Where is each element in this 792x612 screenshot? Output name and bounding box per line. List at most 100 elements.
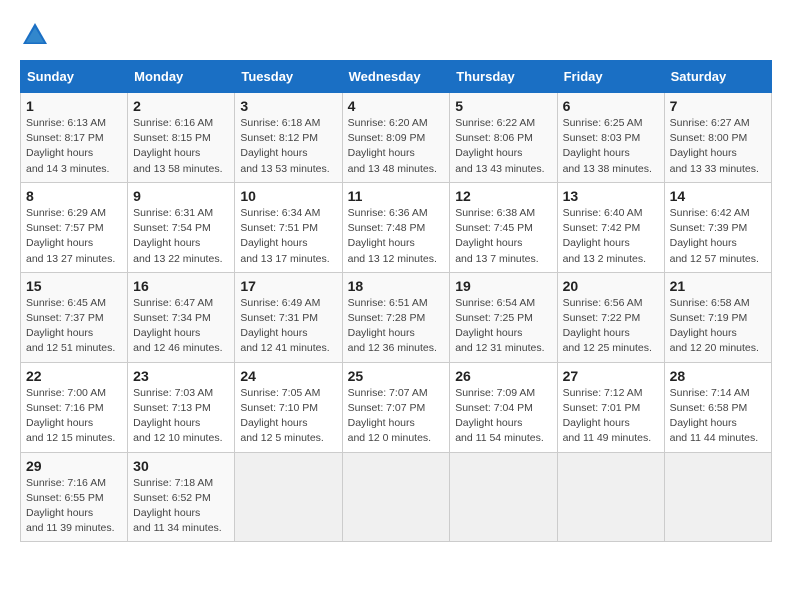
day-number: 1 [26,98,122,114]
calendar-cell: 5 Sunrise: 6:22 AM Sunset: 8:06 PM Dayli… [450,93,557,183]
day-info: Sunrise: 6:20 AM Sunset: 8:09 PM Dayligh… [348,116,445,177]
day-info: Sunrise: 6:16 AM Sunset: 8:15 PM Dayligh… [133,116,229,177]
day-info: Sunrise: 6:13 AM Sunset: 8:17 PM Dayligh… [26,116,122,177]
calendar-cell: 1 Sunrise: 6:13 AM Sunset: 8:17 PM Dayli… [21,93,128,183]
day-number: 19 [455,278,551,294]
day-info: Sunrise: 6:25 AM Sunset: 8:03 PM Dayligh… [563,116,659,177]
calendar-header-row: SundayMondayTuesdayWednesdayThursdayFrid… [21,61,772,93]
day-info: Sunrise: 6:58 AM Sunset: 7:19 PM Dayligh… [670,296,766,357]
day-info: Sunrise: 6:34 AM Sunset: 7:51 PM Dayligh… [240,206,336,267]
day-info: Sunrise: 7:14 AM Sunset: 6:58 PM Dayligh… [670,386,766,447]
calendar-cell: 12 Sunrise: 6:38 AM Sunset: 7:45 PM Dayl… [450,182,557,272]
calendar-cell: 2 Sunrise: 6:16 AM Sunset: 8:15 PM Dayli… [128,93,235,183]
day-number: 5 [455,98,551,114]
logo [20,20,54,50]
calendar-cell: 21 Sunrise: 6:58 AM Sunset: 7:19 PM Dayl… [664,272,771,362]
day-number: 10 [240,188,336,204]
day-info: Sunrise: 6:56 AM Sunset: 7:22 PM Dayligh… [563,296,659,357]
day-info: Sunrise: 6:45 AM Sunset: 7:37 PM Dayligh… [26,296,122,357]
day-number: 4 [348,98,445,114]
calendar-cell: 26 Sunrise: 7:09 AM Sunset: 7:04 PM Dayl… [450,362,557,452]
day-info: Sunrise: 6:49 AM Sunset: 7:31 PM Dayligh… [240,296,336,357]
calendar-cell: 9 Sunrise: 6:31 AM Sunset: 7:54 PM Dayli… [128,182,235,272]
day-number: 17 [240,278,336,294]
day-info: Sunrise: 7:16 AM Sunset: 6:55 PM Dayligh… [26,476,122,537]
calendar-cell: 8 Sunrise: 6:29 AM Sunset: 7:57 PM Dayli… [21,182,128,272]
calendar-cell: 20 Sunrise: 6:56 AM Sunset: 7:22 PM Dayl… [557,272,664,362]
calendar-cell: 23 Sunrise: 7:03 AM Sunset: 7:13 PM Dayl… [128,362,235,452]
day-number: 27 [563,368,659,384]
calendar-cell: 14 Sunrise: 6:42 AM Sunset: 7:39 PM Dayl… [664,182,771,272]
day-info: Sunrise: 6:18 AM Sunset: 8:12 PM Dayligh… [240,116,336,177]
calendar-cell: 29 Sunrise: 7:16 AM Sunset: 6:55 PM Dayl… [21,452,128,542]
calendar-cell: 17 Sunrise: 6:49 AM Sunset: 7:31 PM Dayl… [235,272,342,362]
day-number: 24 [240,368,336,384]
calendar-cell [235,452,342,542]
calendar-cell: 6 Sunrise: 6:25 AM Sunset: 8:03 PM Dayli… [557,93,664,183]
day-info: Sunrise: 7:12 AM Sunset: 7:01 PM Dayligh… [563,386,659,447]
day-info: Sunrise: 6:29 AM Sunset: 7:57 PM Dayligh… [26,206,122,267]
col-header-wednesday: Wednesday [342,61,450,93]
calendar-week-3: 15 Sunrise: 6:45 AM Sunset: 7:37 PM Dayl… [21,272,772,362]
day-number: 20 [563,278,659,294]
calendar-cell: 11 Sunrise: 6:36 AM Sunset: 7:48 PM Dayl… [342,182,450,272]
day-number: 11 [348,188,445,204]
day-number: 30 [133,458,229,474]
day-info: Sunrise: 6:22 AM Sunset: 8:06 PM Dayligh… [455,116,551,177]
day-info: Sunrise: 6:40 AM Sunset: 7:42 PM Dayligh… [563,206,659,267]
calendar-cell: 16 Sunrise: 6:47 AM Sunset: 7:34 PM Dayl… [128,272,235,362]
day-number: 3 [240,98,336,114]
calendar-cell [450,452,557,542]
calendar-week-2: 8 Sunrise: 6:29 AM Sunset: 7:57 PM Dayli… [21,182,772,272]
calendar-cell: 30 Sunrise: 7:18 AM Sunset: 6:52 PM Dayl… [128,452,235,542]
col-header-saturday: Saturday [664,61,771,93]
calendar-cell: 7 Sunrise: 6:27 AM Sunset: 8:00 PM Dayli… [664,93,771,183]
day-number: 7 [670,98,766,114]
day-number: 29 [26,458,122,474]
day-info: Sunrise: 7:03 AM Sunset: 7:13 PM Dayligh… [133,386,229,447]
day-number: 23 [133,368,229,384]
day-info: Sunrise: 7:05 AM Sunset: 7:10 PM Dayligh… [240,386,336,447]
day-info: Sunrise: 6:31 AM Sunset: 7:54 PM Dayligh… [133,206,229,267]
day-info: Sunrise: 6:36 AM Sunset: 7:48 PM Dayligh… [348,206,445,267]
calendar-week-1: 1 Sunrise: 6:13 AM Sunset: 8:17 PM Dayli… [21,93,772,183]
col-header-thursday: Thursday [450,61,557,93]
calendar-cell: 24 Sunrise: 7:05 AM Sunset: 7:10 PM Dayl… [235,362,342,452]
col-header-friday: Friday [557,61,664,93]
calendar-cell: 15 Sunrise: 6:45 AM Sunset: 7:37 PM Dayl… [21,272,128,362]
calendar-cell: 10 Sunrise: 6:34 AM Sunset: 7:51 PM Dayl… [235,182,342,272]
calendar-cell: 25 Sunrise: 7:07 AM Sunset: 7:07 PM Dayl… [342,362,450,452]
calendar-week-4: 22 Sunrise: 7:00 AM Sunset: 7:16 PM Dayl… [21,362,772,452]
day-info: Sunrise: 6:47 AM Sunset: 7:34 PM Dayligh… [133,296,229,357]
day-info: Sunrise: 7:07 AM Sunset: 7:07 PM Dayligh… [348,386,445,447]
calendar-cell: 3 Sunrise: 6:18 AM Sunset: 8:12 PM Dayli… [235,93,342,183]
logo-icon [20,20,50,50]
col-header-sunday: Sunday [21,61,128,93]
day-number: 6 [563,98,659,114]
day-info: Sunrise: 6:42 AM Sunset: 7:39 PM Dayligh… [670,206,766,267]
calendar-cell: 27 Sunrise: 7:12 AM Sunset: 7:01 PM Dayl… [557,362,664,452]
calendar-cell: 4 Sunrise: 6:20 AM Sunset: 8:09 PM Dayli… [342,93,450,183]
day-number: 9 [133,188,229,204]
day-info: Sunrise: 7:09 AM Sunset: 7:04 PM Dayligh… [455,386,551,447]
day-number: 2 [133,98,229,114]
day-number: 22 [26,368,122,384]
day-info: Sunrise: 6:27 AM Sunset: 8:00 PM Dayligh… [670,116,766,177]
day-info: Sunrise: 7:00 AM Sunset: 7:16 PM Dayligh… [26,386,122,447]
day-number: 15 [26,278,122,294]
day-number: 21 [670,278,766,294]
day-number: 8 [26,188,122,204]
col-header-monday: Monday [128,61,235,93]
day-number: 25 [348,368,445,384]
day-number: 26 [455,368,551,384]
calendar-cell: 28 Sunrise: 7:14 AM Sunset: 6:58 PM Dayl… [664,362,771,452]
day-info: Sunrise: 6:51 AM Sunset: 7:28 PM Dayligh… [348,296,445,357]
day-number: 16 [133,278,229,294]
day-number: 18 [348,278,445,294]
calendar-table: SundayMondayTuesdayWednesdayThursdayFrid… [20,60,772,542]
calendar-cell: 22 Sunrise: 7:00 AM Sunset: 7:16 PM Dayl… [21,362,128,452]
calendar-cell [664,452,771,542]
page-header [20,20,772,50]
calendar-cell: 13 Sunrise: 6:40 AM Sunset: 7:42 PM Dayl… [557,182,664,272]
calendar-cell: 19 Sunrise: 6:54 AM Sunset: 7:25 PM Dayl… [450,272,557,362]
